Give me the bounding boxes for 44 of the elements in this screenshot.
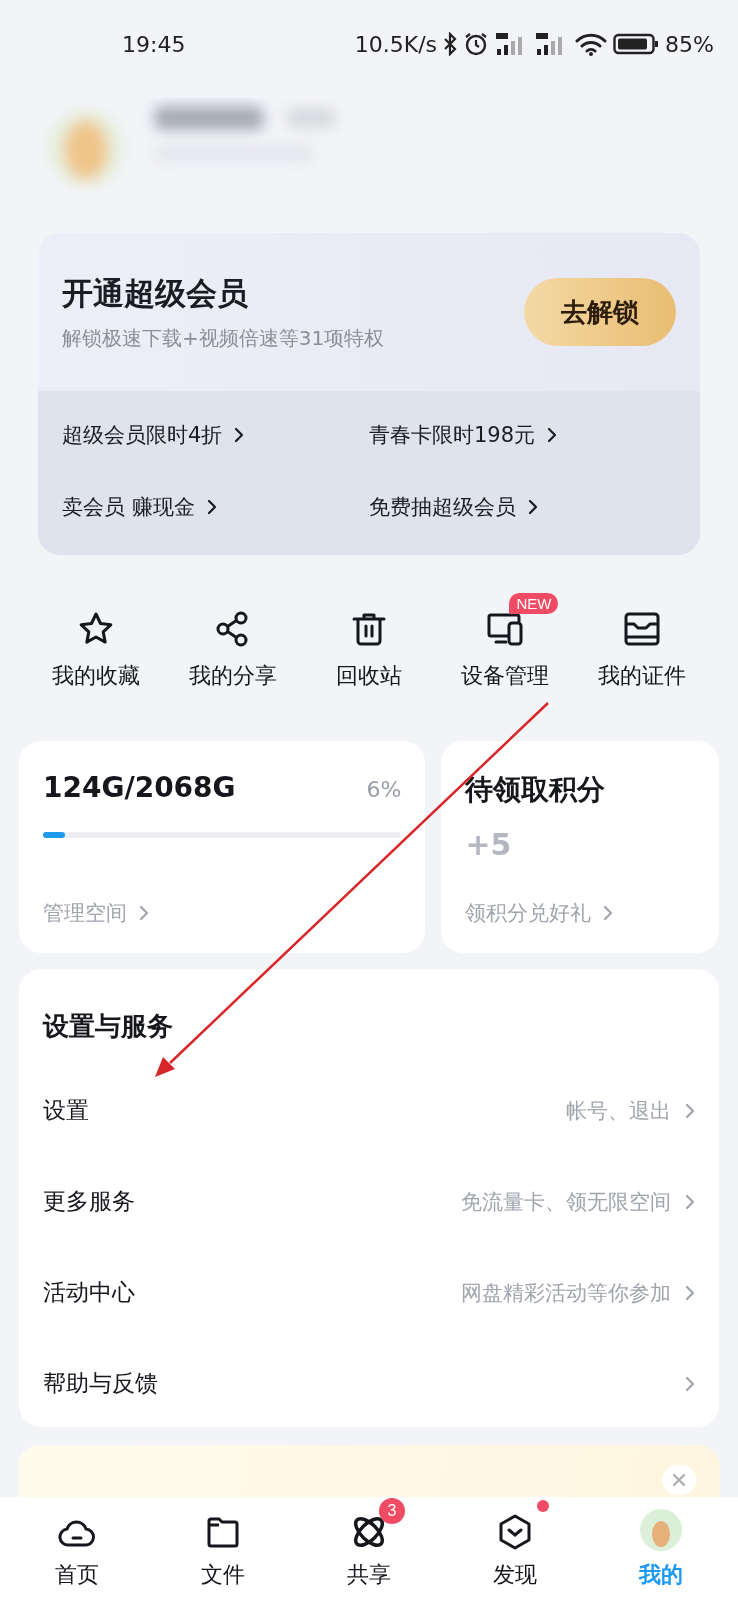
unlock-button[interactable]: 去解锁 [524,278,676,346]
storage-percent: 6% [366,777,402,802]
points-value: +5 [465,827,513,862]
avatar-icon [639,1508,683,1552]
chevron-right-icon [685,1102,695,1119]
service-row[interactable]: 设置 帐号、退出 [43,1065,695,1156]
shortcut-label[interactable]: 我的证件 [597,661,686,691]
tab[interactable]: 首页 [4,1497,150,1600]
wifi-icon [575,32,608,56]
chevron-right-icon [603,905,614,921]
chevron-right-icon [139,905,149,921]
tab[interactable]: 文件 [150,1497,296,1600]
network-speed: 10.5K/s [354,31,438,57]
count-badge: 3 [379,1498,405,1524]
storage-usage: 124G/2068G [43,771,236,804]
new-badge: NEW [509,593,559,614]
vip-title: 开通超级会员 [62,273,249,313]
vip-offer-link[interactable]: 超级会员限时4折 [62,399,369,471]
service-row[interactable]: 活动中心 网盘精彩活动等你参加 [43,1247,695,1338]
chevron-right-icon [685,1193,695,1210]
shortcut-label[interactable]: 设备管理 [461,661,550,691]
chevron-right-icon [206,499,217,515]
vip-offer-link[interactable]: 免费抽超级会员 [369,471,676,543]
service-row[interactable]: 帮助与反馈 [43,1338,695,1429]
bluetooth-icon [443,32,458,56]
chevron-right-icon [234,427,245,443]
shortcut-label[interactable]: 我的分享 [188,661,277,691]
tab[interactable]: 发现 [442,1497,588,1600]
vip-offer-link[interactable]: 青春卡限时198元 [369,399,676,471]
shortcut-label[interactable]: 回收站 [336,661,402,691]
tab[interactable]: 3 共享 [296,1497,442,1600]
chevron-right-icon [685,1284,695,1301]
points-title: 待领取积分 [465,772,607,808]
vip-offer-link[interactable]: 卖会员 赚现金 [62,471,369,543]
service-row[interactable]: 更多服务 免流量卡、领无限空间 [43,1156,695,1247]
chevron-right-icon [528,499,538,515]
battery-icon [613,32,660,56]
chevron-right-icon [685,1375,695,1392]
chevron-right-icon [547,427,558,443]
battery-percent: 85% [665,31,714,57]
vip-subtitle: 解锁极速下载+视频倍速等31项特权 [62,324,386,352]
clock-time: 19:45 [122,31,186,57]
section-title: 设置与服务 [43,1010,174,1043]
shortcut-label[interactable]: 我的收藏 [52,661,141,691]
